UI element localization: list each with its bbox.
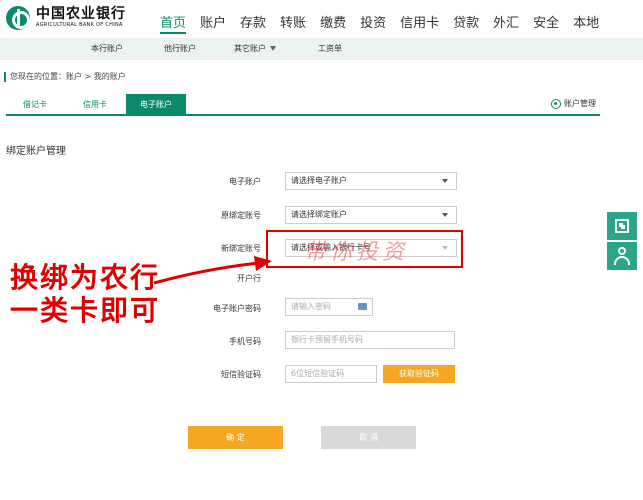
nav-item-security[interactable]: 安全 xyxy=(533,14,559,34)
nav-item-credit-card[interactable]: 信用卡 xyxy=(400,14,439,34)
bank-name-cn: 中国农业银行 xyxy=(36,6,126,22)
tab-e-account[interactable]: 电子账户 xyxy=(126,94,186,116)
annotation-line-1: 换绑为农行 xyxy=(10,261,161,294)
bank-name-en: AGRICULTURAL BANK OF CHINA xyxy=(36,22,123,28)
account-tabs: 借记卡 信用卡 电子账户 账户管理 xyxy=(6,94,600,116)
old-bound-label: 原绑定账号 xyxy=(221,211,261,220)
e-account-select[interactable]: 请选择电子账户 xyxy=(285,172,457,190)
subnav-item-other-bank[interactable]: 他行账户 xyxy=(164,38,196,60)
new-bound-label: 新绑定账号 xyxy=(221,244,261,253)
customer-service-button[interactable] xyxy=(607,242,637,270)
qr-code-button[interactable] xyxy=(607,212,637,240)
phone-label: 手机号码 xyxy=(229,337,261,346)
sub-nav: 本行账户 他行账户 其它账户 工资单 xyxy=(0,38,643,60)
nav-item-loan[interactable]: 贷款 xyxy=(453,14,479,34)
phone-input[interactable]: 银行卡预留手机号码 xyxy=(285,331,455,349)
password-input[interactable]: 请输入密码 xyxy=(285,298,373,316)
keyboard-icon[interactable] xyxy=(358,303,367,310)
nav-item-deposit[interactable]: 存款 xyxy=(240,14,266,34)
nav-item-account[interactable]: 账户 xyxy=(200,14,226,34)
subnav-item-other-accounts[interactable]: 其它账户 xyxy=(234,38,276,60)
chevron-down-icon xyxy=(270,46,276,51)
sms-code-input[interactable]: 6位短信验证码 xyxy=(285,365,377,383)
bank-logo[interactable]: 中国农业银行 AGRICULTURAL BANK OF CHINA xyxy=(6,6,126,30)
subnav-item-payroll[interactable]: 工资单 xyxy=(318,38,342,60)
nav-item-transfer[interactable]: 转账 xyxy=(280,14,306,34)
tab-debit-card[interactable]: 借记卡 xyxy=(6,94,64,116)
person-icon xyxy=(618,247,626,255)
main-nav: 首页 账户 存款 转账 缴费 投资 信用卡 贷款 外汇 安全 本地 xyxy=(160,14,613,34)
header: 中国农业银行 AGRICULTURAL BANK OF CHINA 首页 账户 … xyxy=(0,0,643,40)
gear-icon xyxy=(551,98,561,109)
nav-item-local[interactable]: 本地 xyxy=(573,14,599,34)
get-code-button[interactable]: 获取验证码 xyxy=(383,365,455,383)
confirm-button[interactable]: 确 定 xyxy=(188,426,283,449)
red-arrow-icon xyxy=(153,256,272,285)
annotation-line-2: 一类卡即可 xyxy=(10,294,161,327)
qr-code-icon xyxy=(615,219,629,233)
old-bound-select[interactable]: 请选择绑定账户 xyxy=(285,206,457,224)
nav-item-home[interactable]: 首页 xyxy=(160,14,187,34)
section-title: 绑定账户管理 xyxy=(6,146,66,157)
sms-label: 短信验证码 xyxy=(221,370,261,379)
subnav-item-own-bank[interactable]: 本行账户 xyxy=(91,38,123,60)
breadcrumb: 您现在的位置：账户 > 我的账户 xyxy=(4,72,126,82)
e-account-label: 电子账户 xyxy=(229,177,261,186)
chevron-down-icon xyxy=(442,179,448,183)
tab-credit-card[interactable]: 信用卡 xyxy=(66,94,124,116)
chevron-down-icon xyxy=(442,213,448,217)
account-manage-link[interactable]: 账户管理 xyxy=(551,98,596,109)
watermark-text: 带你投资 xyxy=(304,240,409,265)
abc-logo-icon xyxy=(6,6,30,30)
cancel-button[interactable]: 取 消 xyxy=(321,426,416,449)
nav-item-forex[interactable]: 外汇 xyxy=(493,14,519,34)
nav-item-payment[interactable]: 缴费 xyxy=(320,14,346,34)
nav-item-invest[interactable]: 投资 xyxy=(360,14,386,34)
